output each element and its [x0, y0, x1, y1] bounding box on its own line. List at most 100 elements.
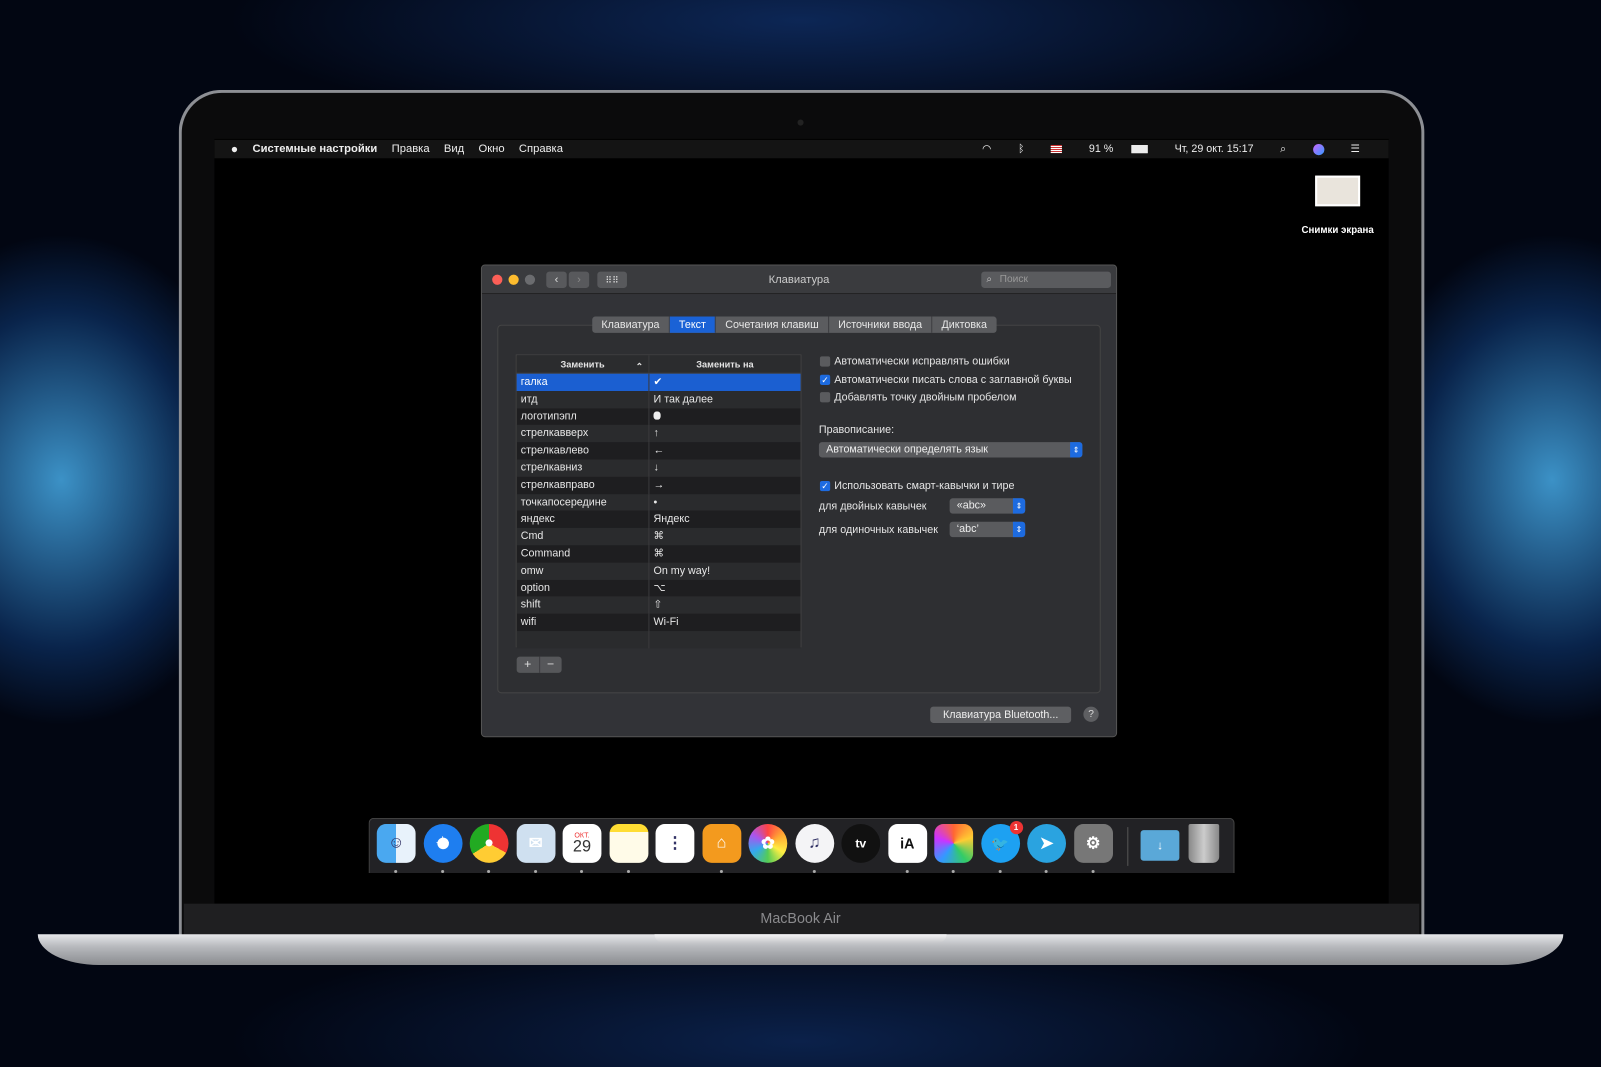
table-row[interactable]: стрелкавлево ←: [517, 442, 801, 460]
siri-icon[interactable]: [1312, 143, 1324, 155]
telegram-icon[interactable]: ➤: [1027, 824, 1067, 863]
tab-shortcuts[interactable]: Сочетания клавиш: [716, 316, 829, 333]
apple-logo-icon[interactable]: [649, 408, 800, 425]
checkbox-capitalize[interactable]: ✓ Автоматически писать слова с заглавной …: [819, 374, 1072, 386]
finder-icon[interactable]: ☺: [376, 824, 416, 863]
replace-cell[interactable]: option: [517, 579, 650, 597]
replace-cell[interactable]: итд: [517, 390, 650, 409]
checkbox[interactable]: [819, 392, 831, 403]
add-button[interactable]: +: [517, 656, 540, 673]
table-row[interactable]: итд И так далее: [516, 390, 801, 409]
trash-icon[interactable]: [1188, 824, 1220, 863]
screenshots-folder-label[interactable]: Снимки экрана: [1276, 225, 1388, 236]
with-cell[interactable]: ⇧: [649, 597, 800, 614]
with-cell[interactable]: ⌘: [649, 528, 800, 545]
replace-cell[interactable]: логотипэпл: [517, 408, 650, 426]
tab-keyboard[interactable]: Клавиатура: [592, 316, 670, 333]
table-row[interactable]: option ⌥: [517, 579, 801, 597]
checkbox-smart-quotes[interactable]: ✓ Использовать смарт-кавычки и тире: [819, 480, 1014, 492]
menu-help[interactable]: Справка: [519, 143, 563, 155]
replace-cell[interactable]: Cmd: [517, 528, 650, 546]
mail-icon[interactable]: ✉: [516, 824, 555, 863]
replace-cell[interactable]: точкапосередине: [517, 493, 650, 511]
checkbox[interactable]: ✓: [819, 480, 831, 492]
with-cell[interactable]: ⌥: [649, 580, 800, 597]
double-quotes-select[interactable]: «abc» ⇕: [949, 498, 1026, 514]
checkbox-autocorrect[interactable]: Автоматически исправлять ошибки: [819, 355, 1010, 368]
with-cell[interactable]: •: [649, 494, 800, 511]
remove-button[interactable]: −: [540, 657, 562, 673]
replace-cell[interactable]: стрелкавниз: [517, 459, 650, 477]
with-cell[interactable]: On my way!: [649, 562, 800, 579]
twitter-icon[interactable]: 🐦 1: [980, 820, 1023, 863]
menu-edit[interactable]: Правка: [392, 143, 430, 155]
replace-cell[interactable]: wifi: [517, 613, 650, 631]
with-cell[interactable]: ←: [649, 442, 800, 459]
replace-cell[interactable]: яндекс: [517, 510, 650, 529]
table-row[interactable]: Cmd ⌘: [516, 528, 801, 546]
pixelmator-icon[interactable]: [934, 824, 974, 863]
replace-cell[interactable]: shift: [517, 596, 650, 614]
tab-text[interactable]: Текст: [669, 316, 717, 333]
downloads-folder-icon[interactable]: ↓: [1140, 830, 1180, 861]
calendar-icon[interactable]: ОКТ. 29: [562, 824, 602, 863]
with-cell[interactable]: ↓: [649, 459, 800, 476]
table-row[interactable]: логотипэпл: [517, 408, 801, 426]
replace-cell[interactable]: omw: [517, 562, 650, 580]
apple-menu-icon[interactable]: ●: [231, 142, 238, 156]
clock[interactable]: Чт, 29 окт. 15:17: [1175, 143, 1254, 155]
table-row[interactable]: стрелкавправо →: [517, 476, 801, 494]
table-row[interactable]: галка ✔: [516, 373, 801, 391]
apple-tv-icon[interactable]: tv: [841, 824, 881, 863]
checkbox-double-space-period[interactable]: Добавлять точку двойным пробелом: [819, 391, 1017, 403]
home-icon[interactable]: ⌂: [702, 824, 741, 863]
menu-app-name[interactable]: Системные настройки: [252, 143, 377, 155]
replace-cell[interactable]: стрелкавправо: [517, 476, 650, 494]
table-row[interactable]: точкапосередине •: [516, 493, 801, 511]
ia-writer-icon[interactable]: iA: [887, 824, 927, 863]
music-icon[interactable]: ♫: [794, 824, 834, 863]
with-cell[interactable]: ✔: [649, 374, 800, 391]
replace-cell[interactable]: галка: [517, 373, 650, 391]
wifi-icon[interactable]: ◠: [982, 143, 991, 155]
with-cell[interactable]: ↑: [649, 425, 800, 442]
reminders-icon[interactable]: ⋮: [655, 824, 695, 863]
search-input[interactable]: ⌕ Поиск: [981, 271, 1111, 288]
table-row[interactable]: стрелкавниз ↓: [516, 459, 801, 477]
notification-list-icon[interactable]: ☰: [1350, 143, 1360, 155]
table-row[interactable]: omw On my way!: [516, 562, 801, 580]
spelling-select[interactable]: Автоматически определять язык ⇕: [818, 442, 1083, 458]
tab-dictation[interactable]: Диктовка: [932, 317, 996, 333]
with-cell[interactable]: ⌘: [649, 545, 800, 562]
help-button[interactable]: ?: [1083, 706, 1099, 722]
menu-window[interactable]: Окно: [478, 143, 504, 155]
with-cell[interactable]: Яндекс: [649, 511, 800, 528]
with-cell[interactable]: Wi-Fi: [649, 614, 800, 631]
screenshots-folder-icon[interactable]: [1315, 175, 1361, 207]
checkbox[interactable]: ✓: [819, 374, 831, 385]
table-row[interactable]: яндекс Яндекс: [517, 510, 801, 529]
bluetooth-icon[interactable]: ᛒ: [1018, 143, 1024, 155]
with-cell[interactable]: →: [649, 477, 800, 494]
replace-cell[interactable]: стрелкавлево: [517, 442, 650, 460]
single-quotes-select[interactable]: ‘abc’ ⇕: [949, 521, 1026, 538]
battery-icon[interactable]: [1131, 144, 1149, 154]
table-row[interactable]: стрелкавверх ↑: [516, 425, 801, 443]
replace-cell[interactable]: Command: [517, 545, 650, 563]
column-replace[interactable]: Заменить ⌃: [517, 355, 650, 373]
bluetooth-keyboard-button[interactable]: Клавиатура Bluetooth...: [930, 706, 1072, 723]
checkbox[interactable]: [819, 356, 831, 367]
system-preferences-icon[interactable]: ⚙: [1073, 824, 1113, 863]
column-with[interactable]: Заменить на: [649, 355, 800, 372]
tab-input-sources[interactable]: Источники ввода: [829, 316, 933, 333]
search-icon[interactable]: ⌕: [1280, 142, 1286, 155]
replace-cell[interactable]: стрелкавверх: [517, 425, 650, 443]
table-row[interactable]: shift ⇧: [516, 596, 801, 614]
menu-view[interactable]: Вид: [444, 143, 464, 155]
safari-icon[interactable]: ✦: [423, 824, 463, 863]
notes-icon[interactable]: [609, 824, 648, 863]
table-row[interactable]: wifi Wi-Fi: [517, 613, 801, 631]
title-bar[interactable]: ‹ › ⠿⠿ Клавиатура ⌕ Поиск: [481, 265, 1117, 295]
us-flag-icon[interactable]: [1051, 144, 1063, 154]
table-row[interactable]: Command ⌘: [517, 545, 801, 563]
